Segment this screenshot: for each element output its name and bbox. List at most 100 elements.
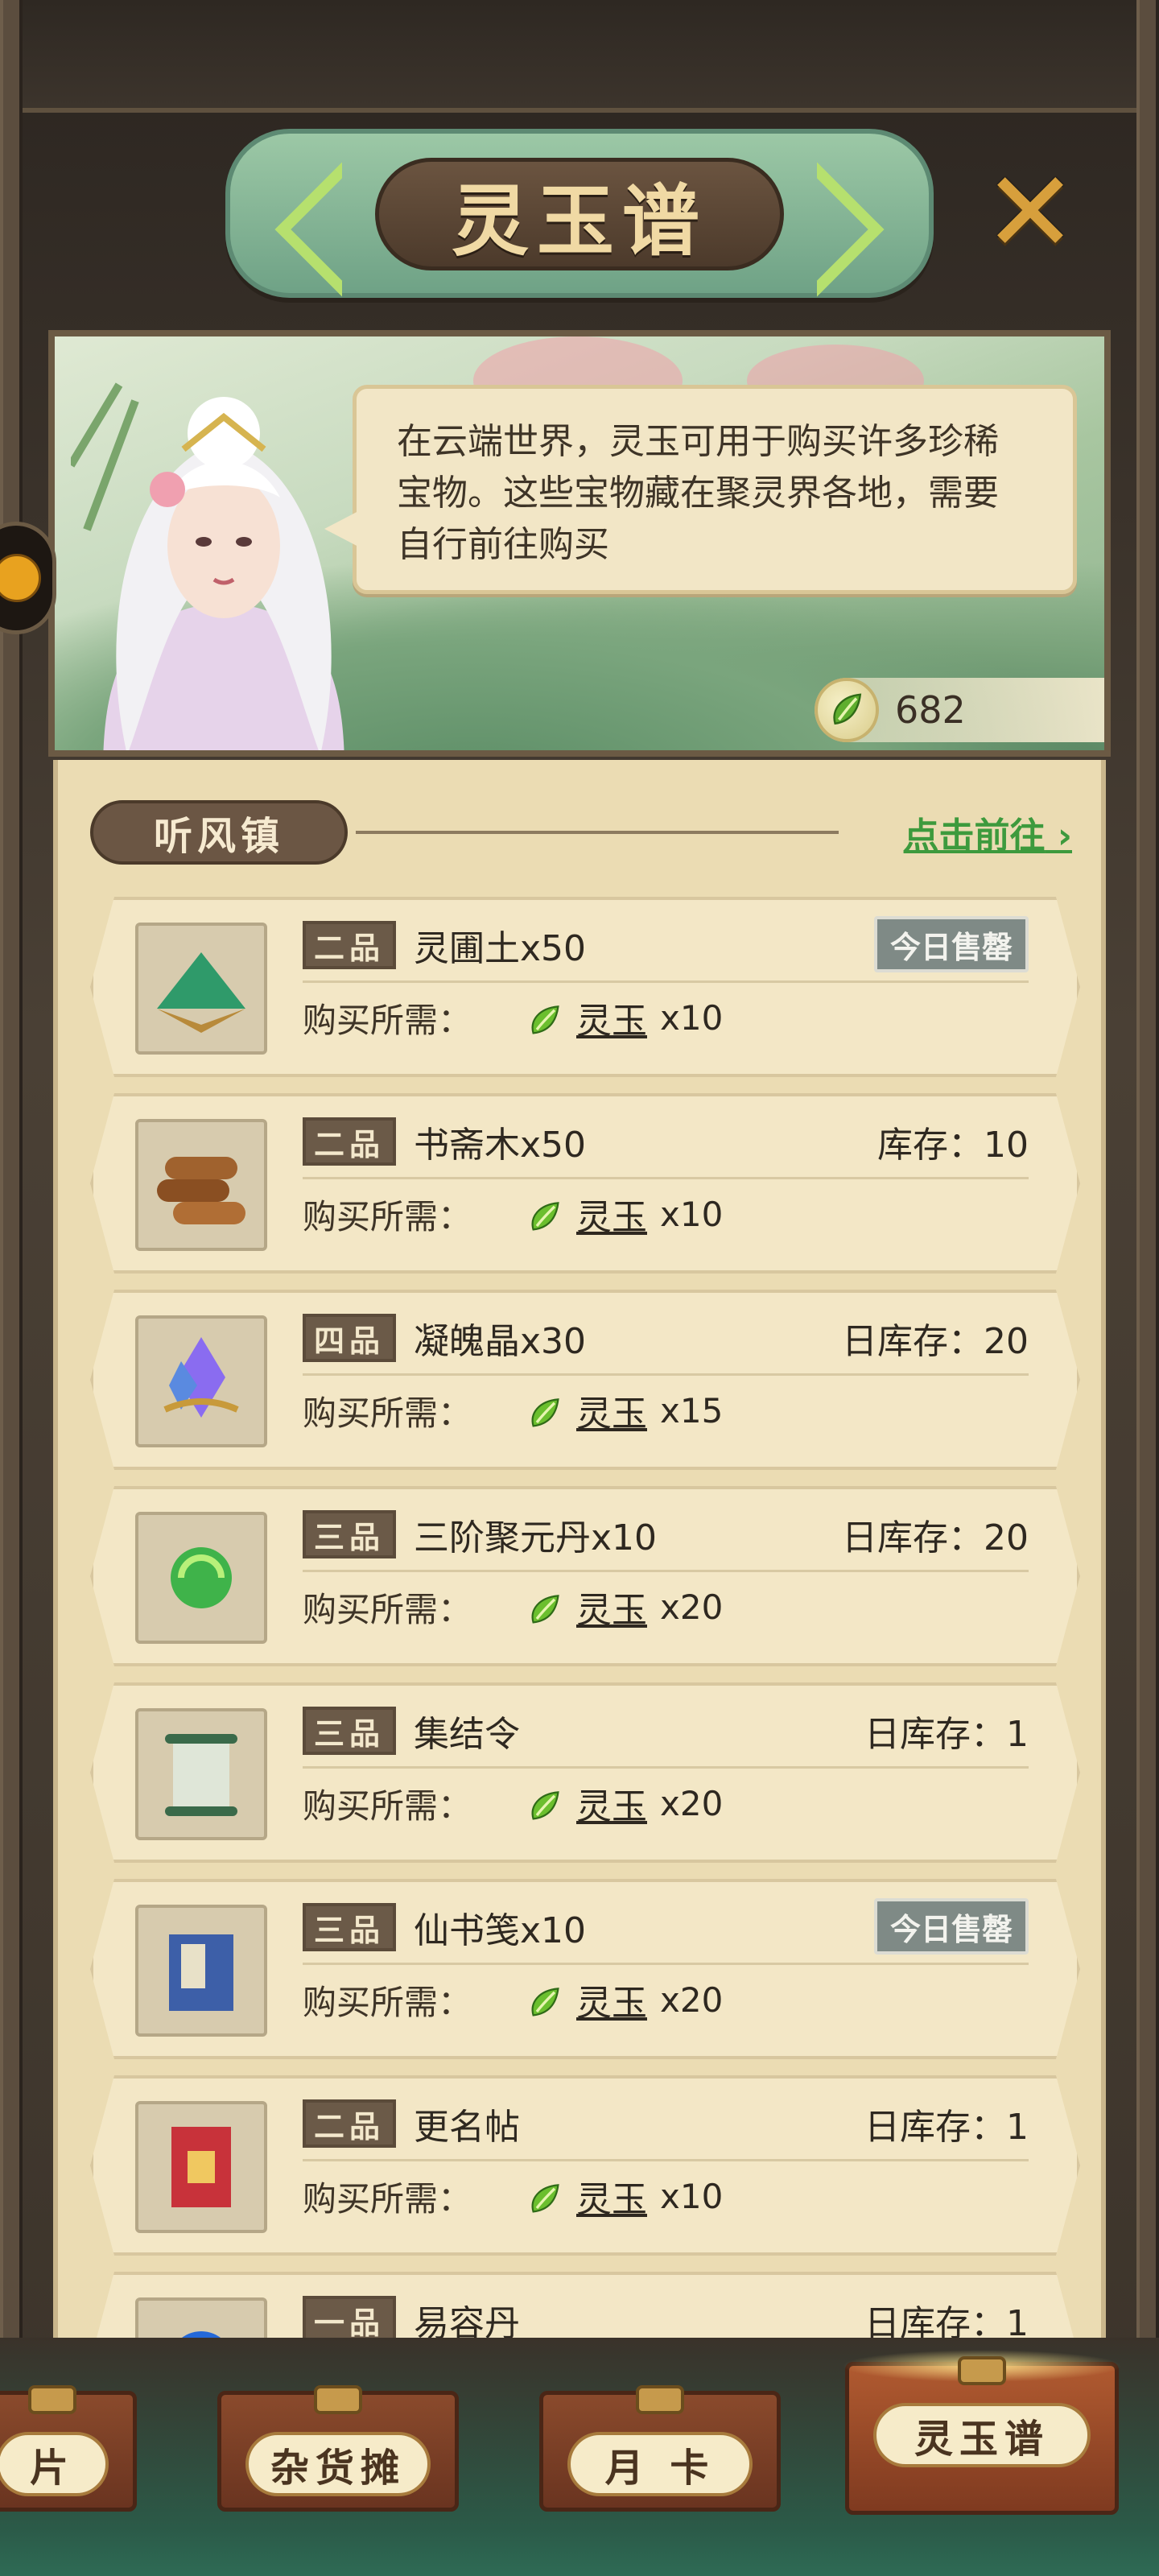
item-grade-badge: 一品 [303, 2296, 396, 2338]
green-soil-icon [135, 923, 267, 1055]
page-title: 灵玉谱 [452, 175, 707, 266]
item-grade-badge: 二品 [303, 921, 396, 969]
price-label: 购买所需： [303, 1589, 472, 1629]
nav-tab-label: 月 卡 [567, 2432, 753, 2496]
wood-logs-icon [135, 1119, 267, 1251]
price-label: 购买所需： [303, 1000, 472, 1040]
chest-clasp-icon [958, 2356, 1006, 2385]
price-label: 购买所需： [303, 2178, 472, 2219]
blue-orb-icon [135, 2297, 267, 2338]
price-currency-link[interactable]: 灵玉 [576, 1774, 647, 1832]
sold-out-badge: 今日售罄 [874, 1898, 1029, 1955]
item-card[interactable]: 四品 凝魄晶x30 日库存：20 购买所需： 灵玉 x15 [90, 1290, 1080, 1470]
item-name: 书斋木x50 [414, 1125, 587, 1166]
price-label: 购买所需： [303, 1393, 472, 1433]
item-card[interactable]: 一品 易容丹 日库存：1 [90, 2272, 1080, 2338]
price-amount: x15 [660, 1390, 724, 1430]
bottom-nav: 片 杂货摊 月 卡 灵玉谱 [0, 2338, 1159, 2576]
item-name: 更名帖 [414, 2107, 520, 2148]
nav-tab-label: 灵玉谱 [873, 2403, 1091, 2467]
price-currency-link[interactable]: 灵玉 [576, 989, 647, 1046]
item-divider [303, 980, 1029, 983]
item-stock: 库存：10 [877, 1125, 1029, 1166]
item-grade-badge: 三品 [303, 1510, 396, 1558]
close-button[interactable]: ✕ [982, 157, 1079, 270]
lingyu-leaf-icon [528, 1985, 563, 2021]
item-card[interactable]: 三品 集结令 日库存：1 购买所需： 灵玉 x20 [90, 1682, 1080, 1863]
goto-label: 点击前往 [903, 815, 1046, 857]
frame-right-border [1136, 0, 1159, 2576]
speech-bubble: 在云端世界，灵玉可用于购买许多珍稀宝物。这些宝物藏在聚灵界各地，需要自行前往购买 [324, 385, 1077, 594]
lingyu-leaf-icon [528, 1789, 563, 1824]
nav-tab-card[interactable]: 片 [0, 2385, 137, 2512]
title-plate: 灵玉谱 [225, 129, 934, 298]
item-grade-badge: 三品 [303, 1903, 396, 1951]
price-label: 购买所需： [303, 1196, 472, 1236]
item-name: 集结令 [414, 1714, 520, 1755]
section-location-name: 听风镇 [90, 800, 348, 865]
item-stock: 日库存：20 [842, 1517, 1029, 1558]
item-name: 三阶聚元丹x10 [414, 1517, 658, 1558]
crystal-icon [135, 1315, 267, 1447]
price-label: 购买所需： [303, 1982, 472, 2022]
item-card[interactable]: 二品 书斋木x50 库存：10 购买所需： 灵玉 x10 [90, 1093, 1080, 1274]
price-amount: x20 [660, 1783, 724, 1823]
item-divider [303, 1570, 1029, 1572]
shop-list-panel[interactable]: 听风镇 点击前往 › 二品 灵圃土x50 今日售罄 购买所需： 灵玉 x10 二品 书斋木x5… [53, 760, 1106, 2338]
item-divider [303, 1766, 1029, 1769]
item-stock: 日库存：1 [864, 1714, 1029, 1755]
price-label: 购买所需： [303, 1785, 472, 1826]
currency-display: 682 [815, 678, 1104, 742]
top-bar [23, 0, 1136, 113]
book-icon [135, 1905, 267, 2037]
item-card[interactable]: 二品 灵圃土x50 今日售罄 购买所需： 灵玉 x10 [90, 897, 1080, 1077]
floating-menu-icon [0, 554, 41, 602]
nav-tab-lingyu-pu[interactable]: 灵玉谱 [841, 2350, 1123, 2515]
section-header: 听风镇 点击前往 › [90, 800, 1072, 865]
sold-out-badge: 今日售罄 [874, 916, 1029, 972]
item-grade-badge: 二品 [303, 1117, 396, 1166]
item-name: 灵圃土x50 [414, 928, 587, 969]
price-amount: x10 [660, 2176, 724, 2216]
lingyu-leaf-icon [528, 1003, 563, 1038]
lingyu-leaf-icon [528, 2182, 563, 2217]
red-card-icon [135, 2101, 267, 2233]
price-amount: x20 [660, 1979, 724, 2020]
item-name: 仙书笺x10 [414, 1910, 587, 1951]
intro-banner: 在云端世界，灵玉可用于购买许多珍稀宝物。这些宝物藏在聚灵界各地，需要自行前往购买… [48, 330, 1111, 757]
nav-tab-label: 杂货摊 [245, 2432, 431, 2496]
price-currency-link[interactable]: 灵玉 [576, 1185, 647, 1243]
price-amount: x20 [660, 1587, 724, 1627]
nav-tab-shop[interactable]: 杂货摊 [217, 2385, 459, 2512]
side-float-button[interactable] [0, 522, 56, 634]
nav-tab-label: 片 [0, 2432, 109, 2496]
item-grade-badge: 四品 [303, 1314, 396, 1362]
section-divider [356, 831, 839, 834]
item-name: 易容丹 [414, 2303, 520, 2338]
item-divider [303, 1963, 1029, 1965]
price-currency-link[interactable]: 灵玉 [576, 1381, 647, 1439]
green-pill-icon [135, 1512, 267, 1644]
scroll-icon [135, 1708, 267, 1840]
title-inner: 灵玉谱 [375, 158, 784, 270]
lingyu-leaf-icon [528, 1592, 563, 1628]
price-currency-link[interactable]: 灵玉 [576, 2167, 647, 2225]
price-currency-link[interactable]: 灵玉 [576, 1578, 647, 1636]
item-divider [303, 1373, 1029, 1376]
lingyu-gem-icon [815, 678, 879, 742]
lingyu-leaf-icon [528, 1396, 563, 1431]
banner-description: 在云端世界，灵玉可用于购买许多珍稀宝物。这些宝物藏在聚灵界各地，需要自行前往购买 [397, 421, 999, 565]
goto-location-link[interactable]: 点击前往 › [904, 807, 1072, 858]
item-stock: 日库存：1 [864, 2107, 1029, 2148]
nav-tab-monthly-card[interactable]: 月 卡 [539, 2385, 781, 2512]
item-stock: 日库存：1 [864, 2303, 1029, 2338]
item-grade-badge: 三品 [303, 1707, 396, 1755]
chest-clasp-icon [636, 2385, 684, 2414]
chest-clasp-icon [28, 2385, 76, 2414]
item-card[interactable]: 二品 更名帖 日库存：1 购买所需： 灵玉 x10 [90, 2075, 1080, 2256]
item-divider [303, 2159, 1029, 2161]
frame-left-border [0, 0, 23, 2576]
item-card[interactable]: 三品 三阶聚元丹x10 日库存：20 购买所需： 灵玉 x20 [90, 1486, 1080, 1666]
price-currency-link[interactable]: 灵玉 [576, 1971, 647, 2029]
item-card[interactable]: 三品 仙书笺x10 今日售罄购买所需： 灵玉 x20 [90, 1879, 1080, 2059]
